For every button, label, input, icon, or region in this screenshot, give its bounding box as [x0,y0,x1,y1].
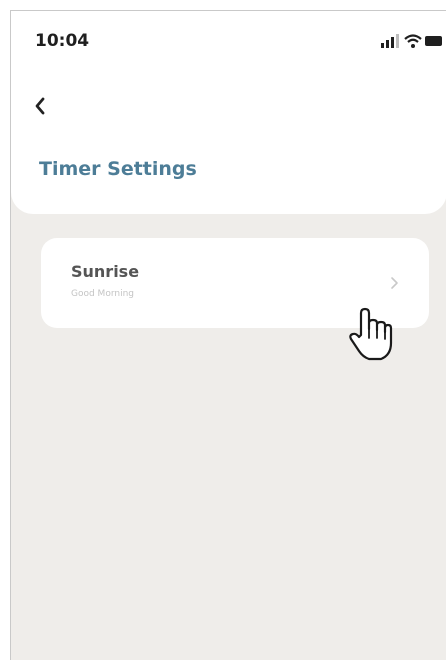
chevron-right-icon [391,277,398,289]
item-title: Sunrise [71,262,140,281]
chevron-left-icon [35,97,45,115]
wifi-icon [404,34,422,48]
phone-screen: 10:04 Timer Settings Sunrise Good Mornin… [10,10,446,660]
header-panel: 10:04 Timer Settings [11,11,446,214]
battery-icon [425,36,442,46]
hand-pointer-icon [349,307,393,361]
signal-icon [381,34,399,48]
page-title: Timer Settings [39,158,197,180]
status-time: 10:04 [35,31,90,51]
status-icons [381,34,442,48]
item-subtitle: Good Morning [71,289,134,299]
back-button[interactable] [25,91,55,121]
